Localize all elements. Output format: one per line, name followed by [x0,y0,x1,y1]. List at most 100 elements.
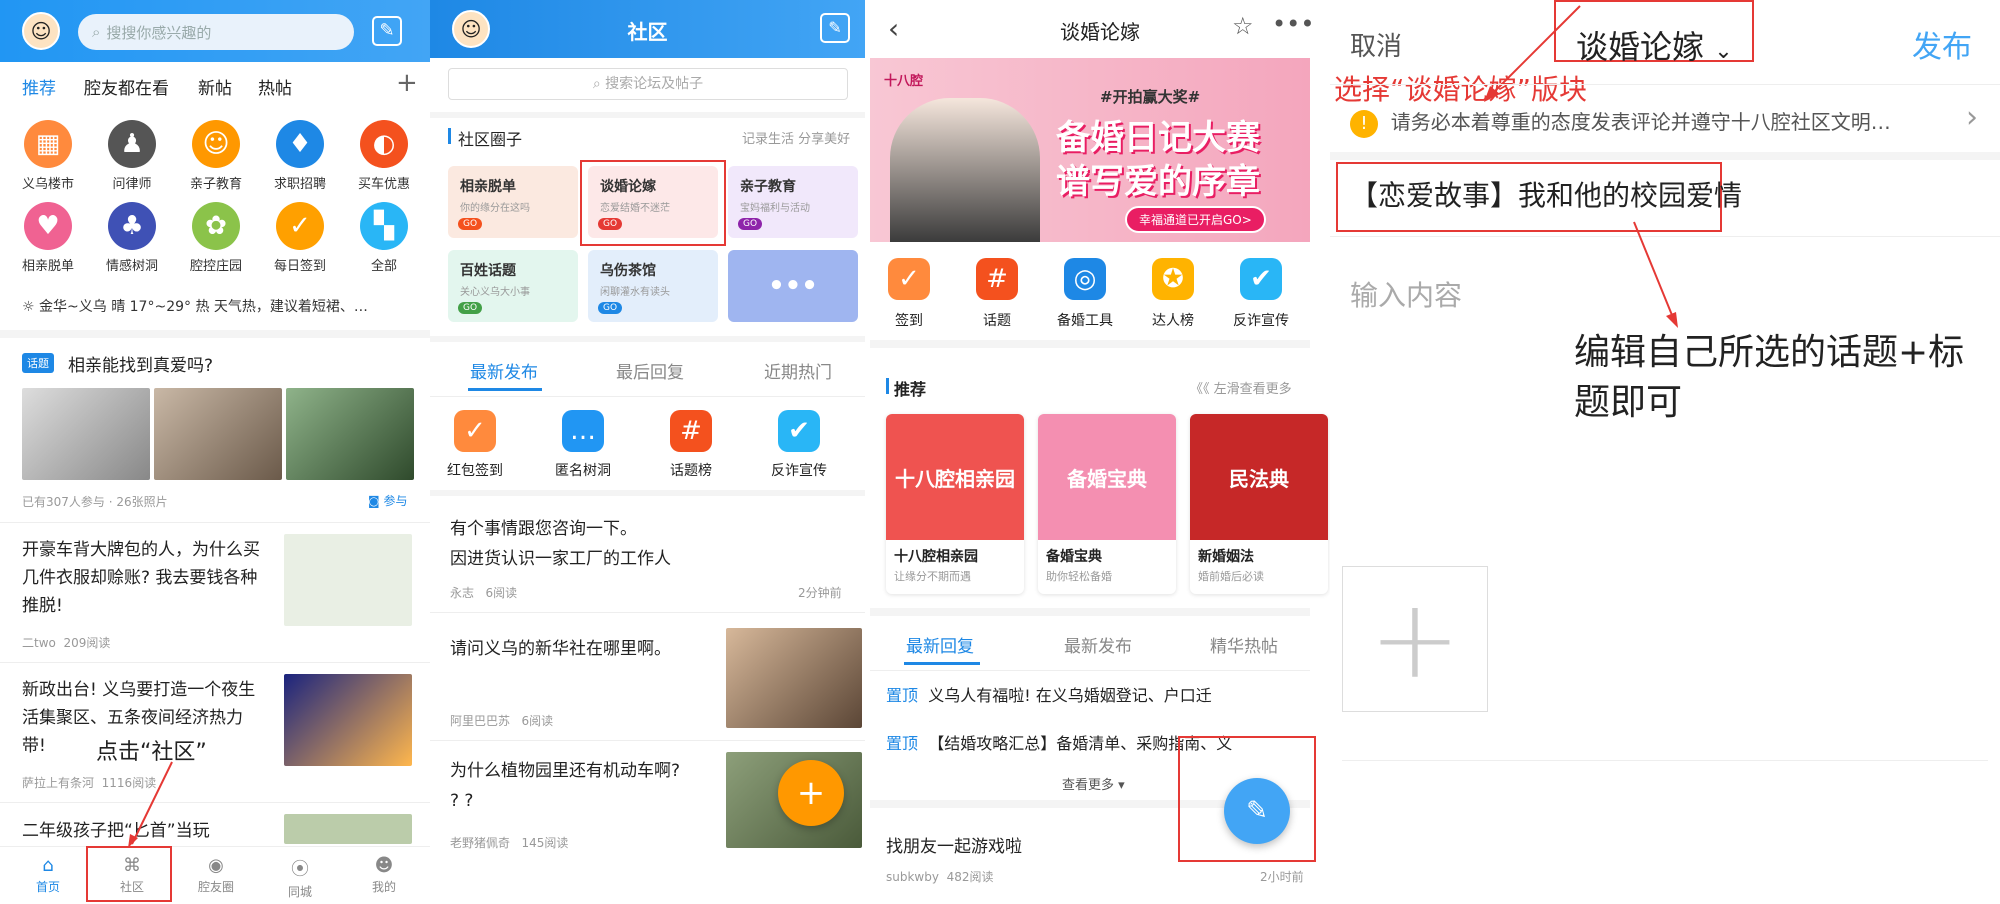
tree-icon[interactable]: ♣ [108,202,156,250]
go-badge: GO [458,302,483,314]
tab-recommend[interactable]: 推荐 [22,74,56,99]
shield-icon[interactable]: ✔ [778,410,820,452]
all-icon[interactable]: ▚ [360,202,408,250]
weather-bar[interactable]: ☼ 金华~义乌 晴 17°~29° 热 天气热，建议着短裙、… [22,296,422,316]
post-thumbnail[interactable] [284,674,412,766]
topic-meta: 已有307人参与 · 26张照片 [22,495,168,509]
post-meta: subkwby 482阅读 [886,870,994,884]
pinned-post[interactable]: 置顶 义乌人有福啦! 在义乌婚姻登记、户口迁 [886,682,1212,706]
divider [1342,760,1988,761]
post-meta: 二two 209阅读 [22,636,111,650]
rec-more[interactable]: 《《 左滑查看更多 [1190,378,1292,397]
circle-card[interactable]: 百姓话题 关心义乌大小事 GO [448,250,578,322]
redpacket-checkin-icon[interactable]: ✓ [454,410,496,452]
notice-bar[interactable]: ! 请务必本着尊重的态度发表评论并遵守十八腔社区文明… [1350,106,1950,138]
recommend-card[interactable]: 十八腔相亲园 十八腔相亲园 让缘分不期而遇 [886,414,1024,594]
cancel-button[interactable]: 取消 [1350,26,1402,63]
post-thumbnail[interactable] [284,814,412,844]
tab-latest-reply[interactable]: 最新回复 [906,632,974,657]
tab-last-reply[interactable]: 最后回复 [616,358,684,383]
tab-latest-post[interactable]: 最新发布 [470,358,538,383]
topic-photo[interactable] [286,388,414,480]
highlight-compose-button [1178,736,1316,862]
target-icon[interactable]: ◎ [1064,258,1106,300]
banner-logo: 十八腔 [884,74,924,89]
topic-title[interactable]: 相亲能找到真爱吗? [68,351,213,376]
topic-photo[interactable] [22,388,150,480]
post-meta: 阿里巴巴苏 6阅读 [450,714,554,728]
post-title[interactable]: 为什么植物园里还有机动车啊? ? ? [450,756,690,816]
heart-icon[interactable]: ♥ [24,202,72,250]
home-screen: ☺ ⌕ 搜搜你感兴趣的 ✎ 推荐 腔友都在看 新帖 热帖 + ▦ 义乌楼市 ♟ 问律师… [0,0,430,904]
shield-icon[interactable]: ✔ [1240,258,1282,300]
chevron-down-icon: ▾ [1118,778,1125,793]
tab-hot-posts[interactable]: 热帖 [258,74,292,99]
lawyer-icon[interactable]: ♟ [108,120,156,168]
content-input[interactable]: 输入内容 [1350,274,1462,314]
banner-tag: #开拍赢大奖# [1100,88,1201,106]
planet-icon: ◉ [208,855,224,876]
add-post-button[interactable]: + [778,760,844,826]
car-icon[interactable]: ◐ [360,120,408,168]
wedding-board-screen: ‹ 谈婚论嫁 ☆ ••• 十八腔 #开拍赢大奖# 备婚日记大赛 谱写爱的序章 幸… [870,0,1330,904]
checkin-icon[interactable]: ✓ [276,202,324,250]
nav-me[interactable]: ☻ 我的 [354,855,414,895]
recommend-card[interactable]: 民法典 新婚姻法 婚前婚后必读 [1190,414,1328,594]
active-tab-indicator [468,388,542,391]
topic-join-button[interactable]: ◙ 参与 [368,492,407,509]
section-marker [886,378,889,394]
tool-label: 话题 [983,313,1011,329]
tab-recent-hot[interactable]: 近期热门 [764,358,832,383]
hashtag-icon[interactable]: # [670,410,712,452]
home-header: ☺ ⌕ 搜搜你感兴趣的 ✎ [0,0,430,62]
tab-featured[interactable]: 精华热帖 [1210,632,1278,657]
forum-search-input[interactable]: ⌕ 搜索论坛及帖子 [448,68,848,100]
circle-card[interactable]: 亲子教育 宝妈福利与活动 GO [728,166,858,238]
farm-icon[interactable]: ✿ [192,202,240,250]
medal-icon[interactable]: ✪ [1152,258,1194,300]
add-image-button[interactable]: + [1342,566,1488,712]
circle-card[interactable]: 乌伤茶馆 闲聊灌水有读头 GO [588,250,718,322]
publish-button[interactable]: 发布 [1912,22,1972,66]
banner-couple-photo [890,98,1040,242]
post-title[interactable]: 开豪车背大牌包的人，为什么买几件衣服却赊账? 我去要钱各种推脱! [22,536,262,620]
more-circles-button[interactable]: ••• [728,250,858,322]
circle-card[interactable]: 相亲脱单 你的缘分在这吗 GO [448,166,578,238]
tab-new-posts[interactable]: 新帖 [198,74,232,99]
post-time: 2小时前 [1260,870,1304,884]
see-more-button[interactable]: 查看更多 ▾ [1062,774,1125,793]
child-icon[interactable]: ☺ [192,120,240,168]
recommend-card[interactable]: 备婚宝典 备婚宝典 助你轻松备婚 [1038,414,1176,594]
post-thumbnail[interactable] [726,628,862,728]
job-icon[interactable]: ♦ [276,120,324,168]
recommend-image: 十八腔相亲园 [886,414,1024,540]
chevron-right-icon[interactable]: › [1966,100,1978,135]
tab-friends-watching[interactable]: 腔友都在看 [84,74,169,99]
compose-icon[interactable]: ✎ [372,16,402,46]
banner-go-button[interactable]: 幸福通道已开启GO> [1125,206,1266,233]
post-thumbnail[interactable] [284,534,412,626]
building-icon[interactable]: ▦ [24,120,72,168]
topic-photo[interactable] [154,388,282,480]
checkin-icon[interactable]: ✓ [888,258,930,300]
nav-friends-circle[interactable]: ◉ 腔友圈 [186,855,246,895]
tool-label: 签到 [895,313,923,329]
contest-banner[interactable]: 十八腔 #开拍赢大奖# 备婚日记大赛 谱写爱的序章 幸福通道已开启GO> [870,58,1310,242]
compose-icon[interactable]: ✎ [820,13,850,43]
board-selector[interactable]: 谈婚论嫁 ⌄ [1576,22,1733,68]
title-input[interactable]: 【恋爱故事】我和他的校园爱情 [1350,174,1742,214]
hashtag-icon[interactable]: # [976,258,1018,300]
chat-bubble-icon[interactable]: … [562,410,604,452]
nav-home[interactable]: ⌂ 首页 [18,855,78,895]
star-icon[interactable]: ☆ [1232,12,1254,40]
avatar[interactable]: ☺ [22,12,60,50]
nav-local[interactable]: ⦿ 同城 [270,855,330,900]
post-title[interactable]: 有个事情跟您咨询一下。 因进货认识一家工厂的工作人 [450,514,830,574]
search-icon: ⌕ [592,76,606,92]
post-title[interactable]: 找朋友一起游戏啦 [886,832,1022,857]
post-title[interactable]: 请问义乌的新华社在哪里啊。 [450,634,710,659]
tab-latest-post[interactable]: 最新发布 [1064,632,1132,657]
search-input[interactable]: ⌕ 搜搜你感兴趣的 [78,14,354,50]
more-icon[interactable]: ••• [1272,10,1314,38]
add-tab-icon[interactable]: + [396,68,418,98]
